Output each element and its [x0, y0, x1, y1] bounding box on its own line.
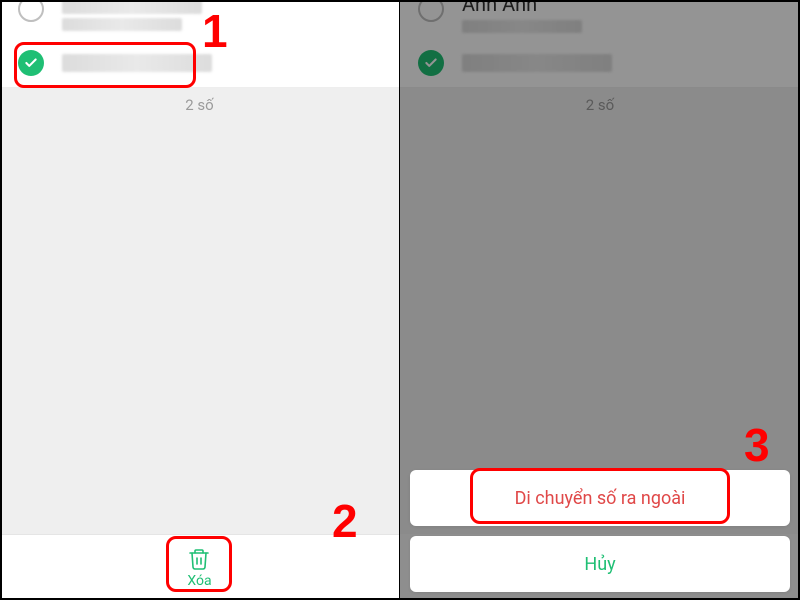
checkbox-checked-icon[interactable]: [18, 50, 44, 76]
list-item[interactable]: [0, 0, 399, 38]
contact-name-blur: [62, 0, 381, 31]
bottom-bar: Xóa: [0, 534, 399, 600]
action-sheet: Di chuyển số ra ngoài Hủy: [410, 460, 790, 592]
pane-left: 2 số Xóa: [0, 0, 400, 600]
cancel-label: Hủy: [584, 554, 615, 575]
move-number-label: Di chuyển số ra ngoài: [515, 488, 686, 509]
delete-button[interactable]: Xóa: [187, 547, 211, 589]
move-number-out-button[interactable]: Di chuyển số ra ngoài: [410, 470, 790, 526]
contact-list: [0, 0, 399, 88]
count-label: 2 số: [0, 88, 399, 122]
contact-name-blur: [62, 54, 381, 72]
pane-right: Anh Anh 2 số Xóa Di chuyển số ra ngoài: [400, 0, 800, 600]
list-item[interactable]: [0, 38, 399, 88]
checkbox-unchecked-icon[interactable]: [18, 0, 44, 22]
trash-icon: [187, 547, 211, 571]
delete-label: Xóa: [187, 573, 211, 589]
cancel-button[interactable]: Hủy: [410, 536, 790, 592]
